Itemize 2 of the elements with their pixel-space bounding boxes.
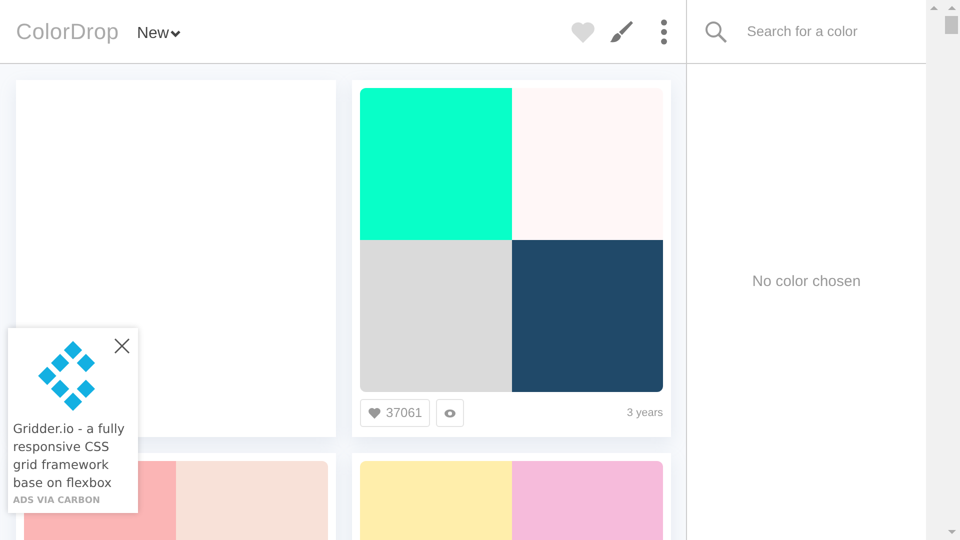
empty-message: No color chosen xyxy=(752,272,861,292)
age-label: 3 years xyxy=(626,406,663,421)
